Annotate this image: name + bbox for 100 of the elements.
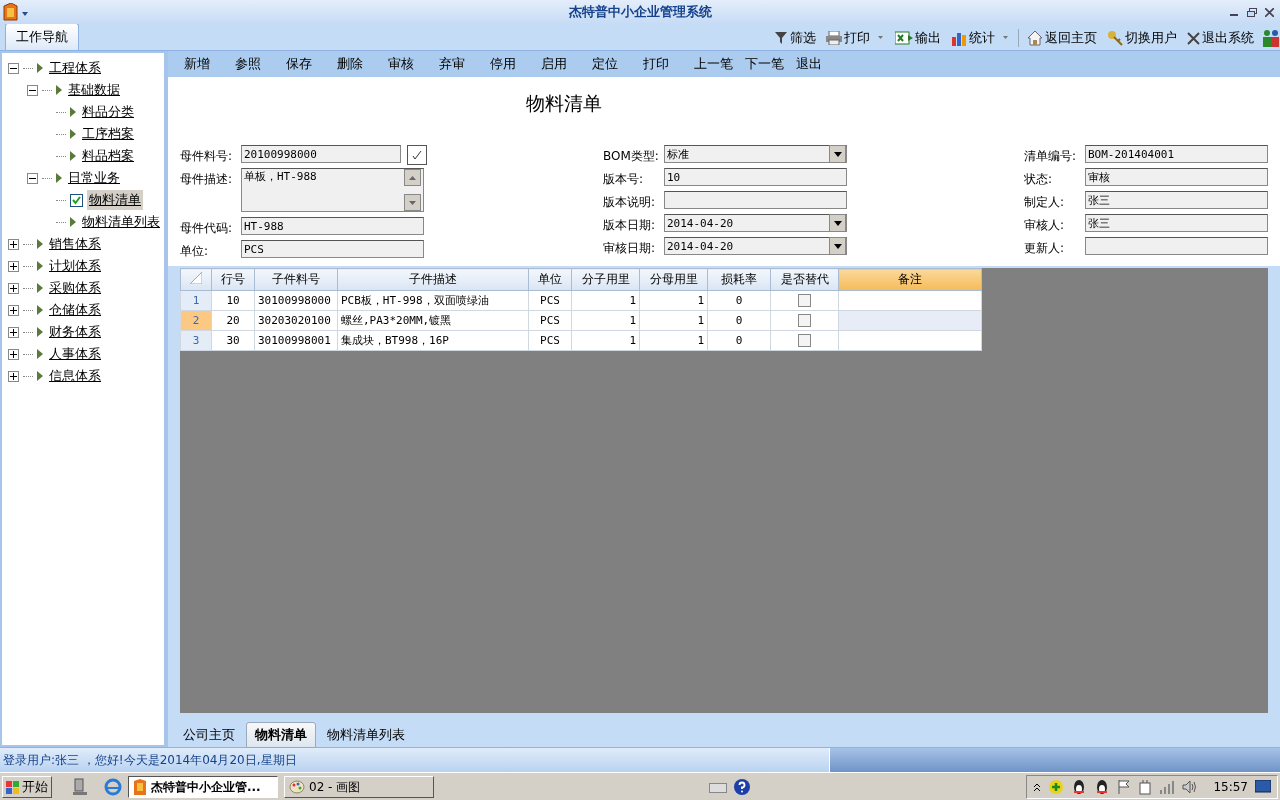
help-icon[interactable]: [733, 778, 752, 796]
action-button[interactable]: 退出: [786, 55, 837, 73]
column-header[interactable]: 子件料号: [254, 268, 338, 291]
keyboard-icon[interactable]: [709, 781, 728, 793]
column-header[interactable]: 子件描述: [337, 268, 529, 291]
computer-icon[interactable]: [72, 778, 88, 796]
tree-item[interactable]: 日常业务: [66, 168, 122, 188]
action-button[interactable]: 上一笔: [684, 55, 735, 73]
memo-field[interactable]: 单板，HT-988: [241, 168, 424, 212]
expand-box-icon[interactable]: [8, 282, 19, 294]
action-button[interactable]: 打印: [633, 55, 684, 73]
document-tab[interactable]: 物料清单列表: [318, 722, 414, 748]
collapse-box-icon[interactable]: [27, 172, 38, 184]
tree-item[interactable]: 人事体系: [47, 344, 103, 364]
tree-item[interactable]: 料品分类: [80, 102, 136, 122]
start-button[interactable]: 开始: [2, 776, 52, 798]
expand-box-icon[interactable]: [8, 238, 19, 250]
taskbar-window-button[interactable]: 02 - 画图: [284, 776, 434, 798]
row-indicator[interactable]: 3: [180, 330, 212, 351]
collapse-box-icon[interactable]: [27, 84, 38, 96]
users-icon[interactable]: [1262, 29, 1280, 47]
input-field[interactable]: 20100998000: [241, 145, 401, 163]
input-field[interactable]: 10: [664, 168, 847, 186]
input-field[interactable]: 审核: [1085, 168, 1268, 186]
input-field[interactable]: 张三: [1085, 191, 1268, 209]
expand-box-icon[interactable]: [8, 370, 19, 382]
action-button[interactable]: 审核: [378, 55, 429, 73]
action-button[interactable]: 启用: [531, 55, 582, 73]
action-button[interactable]: 定位: [582, 55, 633, 73]
toolbar-button[interactable]: 返回主页: [1025, 29, 1099, 47]
tree-item[interactable]: 信息体系: [47, 366, 103, 386]
input-field[interactable]: PCS: [241, 240, 424, 258]
tree-item[interactable]: 料品档案: [80, 146, 136, 166]
checkbox[interactable]: [798, 334, 811, 348]
dropdown-arrow-icon[interactable]: [833, 243, 842, 249]
expand-box-icon[interactable]: [8, 326, 19, 338]
close-icon[interactable]: [1265, 7, 1274, 17]
expand-box-icon[interactable]: [8, 260, 19, 272]
action-button[interactable]: 下一笔: [735, 55, 786, 73]
input-field[interactable]: BOM-201404001: [1085, 145, 1268, 163]
column-header[interactable]: 单位: [528, 268, 572, 291]
lookup-button[interactable]: [407, 145, 427, 165]
action-button[interactable]: 参照: [225, 55, 276, 73]
toolbar-button[interactable]: 切换用户: [1105, 29, 1179, 47]
tree-item[interactable]: 工序档案: [80, 124, 136, 144]
tree-item[interactable]: 计划体系: [47, 256, 103, 276]
flag-icon[interactable]: [1117, 779, 1132, 795]
expand-box-icon[interactable]: [8, 348, 19, 360]
speaker-icon[interactable]: [1182, 780, 1199, 794]
column-header[interactable]: 行号: [211, 268, 255, 291]
tree-item[interactable]: 工程体系: [47, 58, 103, 78]
dropdown-field[interactable]: 标准: [664, 145, 847, 163]
toolbar-button[interactable]: 输出: [893, 29, 943, 47]
chevron-up-icon[interactable]: [1033, 782, 1042, 792]
tree-item[interactable]: 销售体系: [47, 234, 103, 254]
document-tab[interactable]: 公司主页: [174, 722, 244, 748]
input-field[interactable]: [1085, 237, 1268, 255]
navigation-tab[interactable]: 工作导航: [5, 23, 79, 50]
power-plug-icon[interactable]: [1138, 779, 1153, 795]
dropdown-arrow-icon[interactable]: [833, 151, 842, 157]
app-logo-icon[interactable]: [3, 3, 29, 21]
action-button[interactable]: 新增: [174, 55, 225, 73]
tree-item[interactable]: 物料清单列表: [80, 212, 162, 232]
column-header[interactable]: 备注: [838, 268, 982, 291]
column-header[interactable]: 分子用里: [571, 268, 640, 291]
scroll-down-icon[interactable]: [404, 194, 421, 211]
expand-box-icon[interactable]: [8, 304, 19, 316]
toolbar-button[interactable]: 退出系统: [1185, 29, 1256, 47]
dropdown-arrow-icon[interactable]: [833, 220, 842, 226]
toolbar-button[interactable]: 筛选: [772, 29, 818, 47]
action-button[interactable]: 保存: [276, 55, 327, 73]
action-button[interactable]: 删除: [327, 55, 378, 73]
tree-item[interactable]: 物料清单: [87, 190, 143, 210]
column-header[interactable]: 分母用里: [639, 268, 708, 291]
table-cell[interactable]: [838, 290, 982, 311]
taskbar-window-button[interactable]: 杰特普中小企业管...: [128, 776, 278, 798]
plus-circle-icon[interactable]: [1048, 779, 1065, 795]
input-field[interactable]: HT-988: [241, 217, 424, 235]
document-tab[interactable]: 物料清单: [246, 722, 316, 748]
browser-icon[interactable]: [104, 778, 122, 796]
collapse-box-icon[interactable]: [8, 62, 19, 74]
checkbox[interactable]: [798, 314, 811, 328]
dropdown-field[interactable]: 2014-04-20: [664, 214, 847, 232]
scroll-up-icon[interactable]: [404, 169, 421, 186]
checkbox[interactable]: [798, 294, 811, 308]
table-cell[interactable]: [838, 330, 982, 351]
toolbar-button[interactable]: 统计: [949, 29, 1012, 47]
dropdown-field[interactable]: 2014-04-20: [664, 237, 847, 255]
toolbar-button[interactable]: 打印: [824, 29, 887, 47]
column-header[interactable]: 是否替代: [770, 268, 839, 291]
tree-item[interactable]: 采购体系: [47, 278, 103, 298]
restore-icon[interactable]: [1247, 7, 1257, 17]
input-field[interactable]: [664, 191, 847, 209]
tree-item[interactable]: 基础数据: [66, 80, 122, 100]
row-indicator[interactable]: 1: [180, 290, 212, 311]
action-button[interactable]: 弃审: [429, 55, 480, 73]
desktop-icon[interactable]: [1255, 780, 1271, 794]
column-header[interactable]: 损耗率: [707, 268, 771, 291]
action-button[interactable]: 停用: [480, 55, 531, 73]
tree-item[interactable]: 财务体系: [47, 322, 103, 342]
